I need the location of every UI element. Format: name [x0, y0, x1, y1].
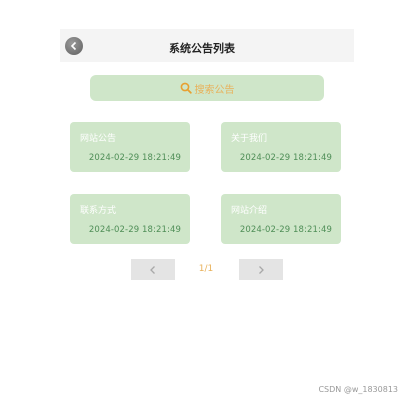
- announcement-date: 2024-02-29 18:21:49: [239, 225, 332, 235]
- search-icon: [180, 82, 192, 94]
- announcement-card[interactable]: 联系方式 2024-02-29 18:21:49: [70, 194, 190, 244]
- search-button[interactable]: 搜索公告: [90, 75, 324, 101]
- announcement-title: 联系方式: [80, 206, 117, 216]
- announcement-title: 关于我们: [231, 134, 268, 144]
- chevron-left-icon: [150, 265, 155, 274]
- announcement-card[interactable]: 网站公告 2024-02-29 18:21:49: [70, 122, 190, 172]
- prev-page-button[interactable]: [131, 259, 175, 280]
- announcement-title: 网站公告: [80, 134, 117, 144]
- chevron-right-icon: [259, 265, 264, 274]
- announcement-date: 2024-02-29 18:21:49: [88, 225, 181, 235]
- announcement-title: 网站介绍: [231, 206, 268, 216]
- announcement-date: 2024-02-29 18:21:49: [239, 153, 332, 163]
- page-indicator: 1/1: [198, 264, 214, 274]
- watermark: CSDN @w_1830813: [318, 385, 398, 394]
- page-title: 系统公告列表: [169, 42, 235, 55]
- next-page-button[interactable]: [239, 259, 283, 280]
- announcement-card[interactable]: 网站介绍 2024-02-29 18:21:49: [221, 194, 341, 244]
- announcement-card[interactable]: 关于我们 2024-02-29 18:21:49: [221, 122, 341, 172]
- announcement-date: 2024-02-29 18:21:49: [88, 153, 181, 163]
- search-button-label: 搜索公告: [194, 84, 235, 96]
